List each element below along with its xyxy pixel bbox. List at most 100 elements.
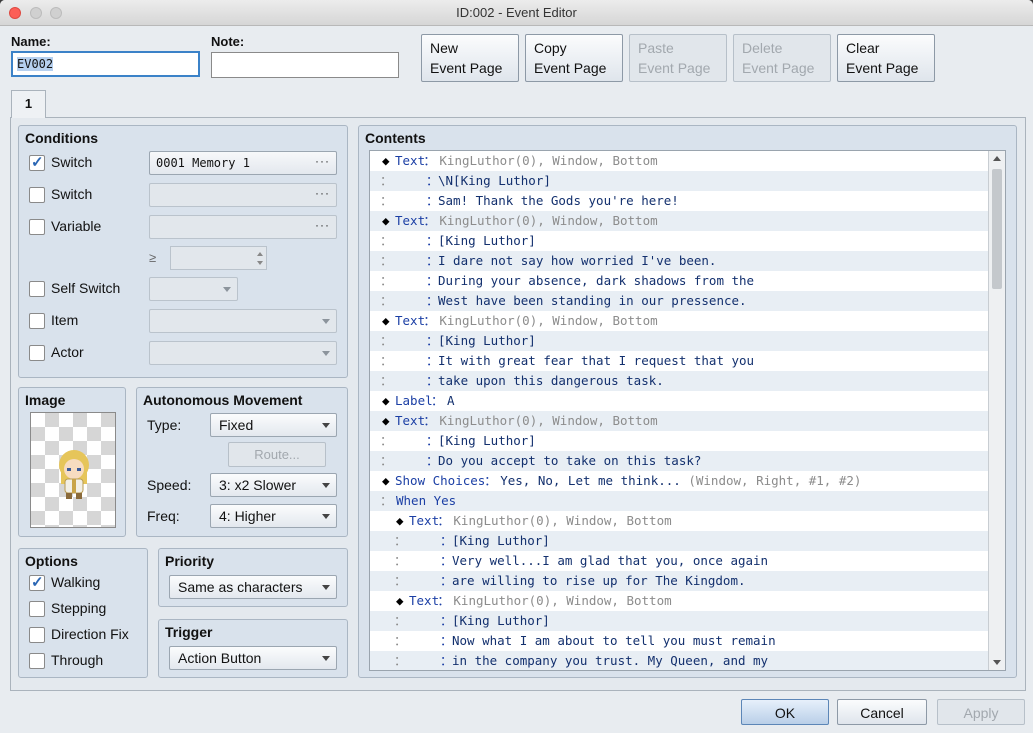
chevron-down-icon [322, 351, 330, 356]
item-label: Item [51, 312, 79, 328]
character-image[interactable] [30, 412, 116, 528]
note-label: Note: [211, 34, 245, 49]
freq-value: 4: Higher [219, 508, 276, 524]
copy-event-page-line1: Copy [534, 40, 567, 56]
command-text: [King Luthor] [452, 533, 550, 548]
paste-event-page-line1: Paste [638, 40, 674, 56]
event-command-row[interactable]: ：： West have been standing in our pressen… [370, 291, 989, 311]
separator: ： [423, 313, 436, 328]
variable-picker[interactable]: ··· [149, 215, 337, 239]
variable-value-spinner[interactable] [170, 246, 267, 270]
command-params: KingLuthor(0), Window, Bottom [453, 513, 672, 528]
self-switch-select[interactable] [149, 277, 238, 301]
event-command-row[interactable]: ：： Do you accept to take on this task? [370, 451, 989, 471]
continuation-marker: ： [394, 533, 407, 548]
event-command-row[interactable]: ：： [King Luthor] [370, 331, 989, 351]
event-command-row[interactable]: ：： Now what I am about to tell you must r… [370, 631, 989, 651]
event-command-row[interactable]: ：： Very well...I am glad that you, once a… [370, 551, 989, 571]
event-command-row[interactable]: ◆ Show Choices： Yes, No, Let me think... (… [370, 471, 989, 491]
walking-checkbox[interactable]: ✓ [29, 574, 45, 591]
copy-event-page-button[interactable]: Copy Event Page [525, 34, 623, 82]
speed-select[interactable]: 3: x2 Slower [210, 473, 337, 497]
scroll-down-icon[interactable] [993, 660, 1001, 665]
continuation-marker: ： [380, 373, 393, 388]
direction-fix-checkbox[interactable] [29, 627, 45, 643]
paste-event-page-button[interactable]: Paste Event Page [629, 34, 727, 82]
route-button[interactable]: Route... [228, 442, 326, 467]
event-command-row[interactable]: ◆ Label： A [370, 391, 989, 411]
actor-checkbox[interactable] [29, 345, 45, 361]
event-command-row[interactable]: ：： \N[King Luthor] [370, 171, 989, 191]
freq-select[interactable]: 4: Higher [210, 504, 337, 528]
event-command-row[interactable]: ◆ Text： KingLuthor(0), Window, Bottom [370, 311, 989, 331]
vertical-scrollbar[interactable] [988, 151, 1005, 670]
apply-button[interactable]: Apply [937, 699, 1025, 725]
spin-down-icon[interactable] [257, 261, 263, 265]
event-commands-list[interactable]: ◆ Text： KingLuthor(0), Window, Bottom：： \N[… [369, 150, 1006, 671]
command-params: KingLuthor(0), Window, Bottom [439, 413, 658, 428]
name-field[interactable]: EV002 [11, 51, 200, 77]
command-params: A [447, 393, 455, 408]
chevron-down-icon [322, 514, 330, 519]
event-command-row[interactable]: ：： in the company you trust. My Queen, an… [370, 651, 989, 670]
event-command-row[interactable]: ：： [King Luthor] [370, 231, 989, 251]
item-select[interactable] [149, 309, 337, 333]
through-checkbox[interactable] [29, 653, 45, 669]
switch1-checkbox[interactable]: ✓ [29, 154, 45, 171]
trigger-select[interactable]: Action Button [169, 646, 337, 670]
actor-select[interactable] [149, 341, 337, 365]
event-command-row[interactable]: ◆ Text： KingLuthor(0), Window, Bottom [370, 591, 989, 611]
delete-event-page-button[interactable]: Delete Event Page [733, 34, 831, 82]
checkmark-icon: ✓ [31, 154, 44, 171]
switch1-picker[interactable]: 0001 Memory 1 ··· [149, 151, 337, 175]
diamond-icon: ◆ [396, 593, 404, 608]
continuation-marker: ： [380, 273, 393, 288]
event-command-row[interactable]: ：： I dare not say how worried I've been. [370, 251, 989, 271]
command-text: Now what I am about to tell you must rem… [452, 633, 776, 648]
trigger-group: Trigger Action Button [158, 619, 348, 678]
item-checkbox[interactable] [29, 313, 45, 329]
type-value: Fixed [219, 417, 254, 433]
switch2-label: Switch [51, 186, 93, 202]
new-event-page-button[interactable]: New Event Page [421, 34, 519, 82]
event-page-tab-1[interactable]: 1 [11, 90, 46, 118]
switch1-value: 0001 Memory 1 [156, 156, 250, 170]
actor-label: Actor [51, 344, 84, 360]
switch2-picker[interactable]: ··· [149, 183, 337, 207]
cancel-button[interactable]: Cancel [837, 699, 927, 725]
priority-select[interactable]: Same as characters [169, 575, 337, 599]
continuation-marker: ： [380, 433, 393, 448]
event-command-row[interactable]: ：： [King Luthor] [370, 431, 989, 451]
stepping-checkbox[interactable] [29, 601, 45, 617]
copy-event-page-line2: Event Page [534, 60, 607, 76]
event-command-row[interactable]: ◆ Text： KingLuthor(0), Window, Bottom [370, 151, 989, 171]
event-command-row[interactable]: ：： are willing to rise up for The Kingdom… [370, 571, 989, 591]
spin-up-icon[interactable] [257, 252, 263, 256]
event-command-row[interactable]: ： When Yes [370, 491, 989, 511]
event-command-row[interactable]: ◆ Text： KingLuthor(0), Window, Bottom [370, 411, 989, 431]
continuation-marker: ： [394, 573, 407, 588]
variable-checkbox[interactable] [29, 219, 45, 235]
type-select[interactable]: Fixed [210, 413, 337, 437]
event-command-row[interactable]: ：： During your absence, dark shadows from… [370, 271, 989, 291]
diamond-icon: ◆ [382, 153, 390, 168]
chevron-down-icon [322, 319, 330, 324]
event-command-row[interactable]: ：： take upon this dangerous task. [370, 371, 989, 391]
through-label: Through [51, 652, 104, 668]
command-text: in the company you trust. My Queen, and … [452, 653, 769, 668]
note-field[interactable] [211, 52, 399, 78]
event-command-row[interactable]: ◆ Text： KingLuthor(0), Window, Bottom [370, 211, 989, 231]
switch2-checkbox[interactable] [29, 187, 45, 203]
event-command-row[interactable]: ◆ Text： KingLuthor(0), Window, Bottom [370, 511, 989, 531]
event-command-row[interactable]: ：： [King Luthor] [370, 531, 989, 551]
character-sprite-icon [59, 450, 89, 499]
event-command-row[interactable]: ：： [King Luthor] [370, 611, 989, 631]
ok-button[interactable]: OK [741, 699, 829, 725]
scroll-up-icon[interactable] [993, 156, 1001, 161]
event-command-row[interactable]: ：： It with great fear that I request that… [370, 351, 989, 371]
event-command-row[interactable]: ：： Sam! Thank the Gods you're here! [370, 191, 989, 211]
self-switch-checkbox[interactable] [29, 281, 45, 297]
scroll-thumb[interactable] [992, 169, 1002, 289]
separator: ： [440, 633, 453, 648]
clear-event-page-button[interactable]: Clear Event Page [837, 34, 935, 82]
